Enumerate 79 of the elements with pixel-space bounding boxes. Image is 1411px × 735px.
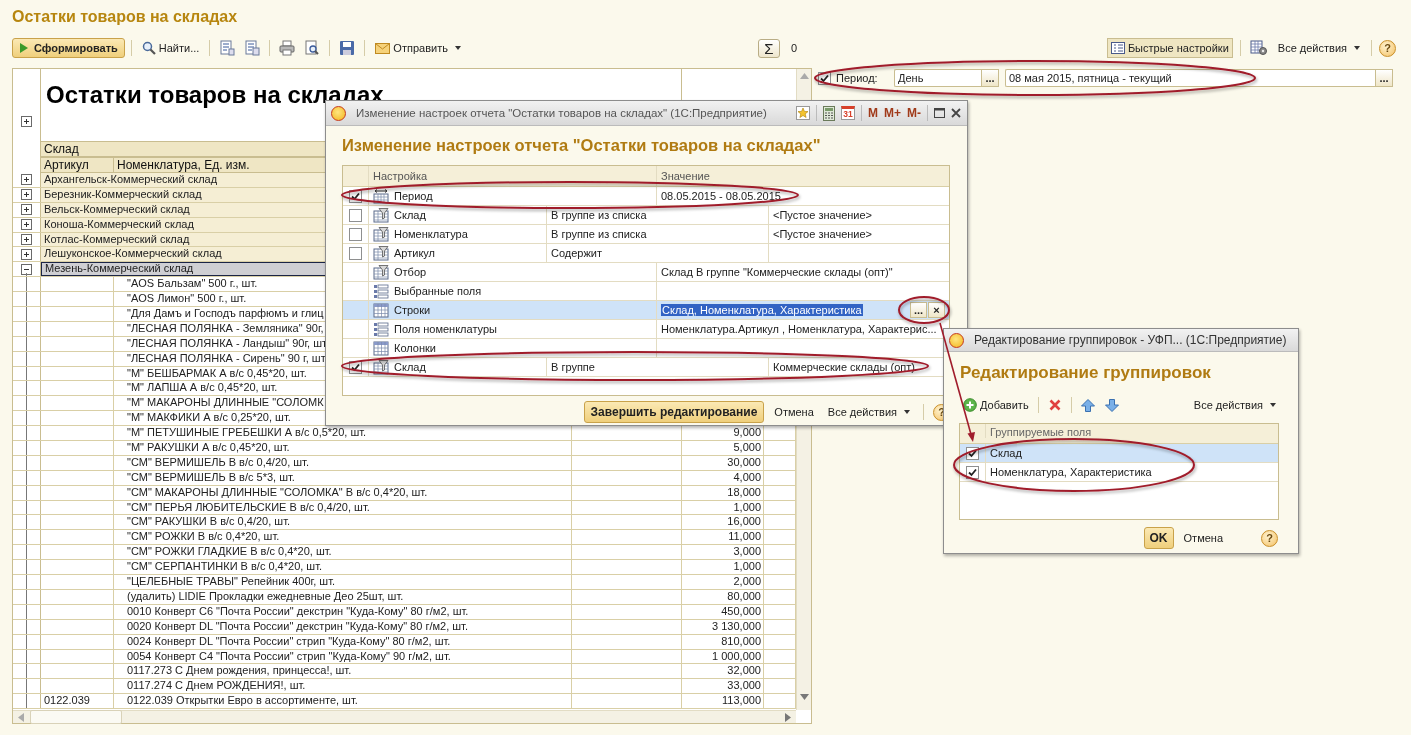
- setting-name: Склад: [394, 361, 426, 373]
- column-header: Настройка: [373, 170, 428, 182]
- table-cell: 11,000: [728, 530, 761, 543]
- setting-value: <Пустое значение>: [773, 209, 873, 221]
- page-title: Остатки товаров на складах: [11, 7, 239, 27]
- setting-name: Строки: [394, 304, 431, 316]
- table-cell: "М" БЕШБАРМАК А в/с 0,45*20, шт.: [127, 366, 307, 379]
- table-cell: 450,000: [721, 604, 761, 617]
- dialog-heading: Редактирование группировок: [959, 362, 1212, 384]
- table-cell: 1,000: [733, 560, 761, 573]
- table-cell: 2,000: [733, 575, 761, 588]
- setting-value: <Пустое значение>: [773, 228, 873, 240]
- table-cell: "ЛЕСНАЯ ПОЛЯНКА - Сирень" 90 г, шт: [127, 351, 326, 364]
- table-cell: 3,000: [733, 545, 761, 558]
- table-cell: "ЦЕЛЕБНЫЕ ТРАВЫ" Репейник 400г, шт.: [127, 575, 336, 588]
- table-cell: 30,000: [727, 455, 761, 468]
- table-cell: "СМ" СЕРПАНТИНКИ В в/с 0,4*20, шт.: [127, 560, 323, 573]
- table-cell: 33,000: [727, 679, 761, 692]
- table-cell: "AOS Лимон" 500 г., шт.: [127, 292, 247, 305]
- table-cell: (удалить) LIDIE Прокладки ежедневные Део 25шт, шт.: [127, 589, 404, 602]
- column-header: Группируемые поля: [985, 424, 1278, 438]
- table-cell: 0024 Конверт DL "Почта России" стрип "Куда-Кому" 80 г/м2, шт.: [127, 634, 451, 647]
- setting-name: Номенклатура: [394, 228, 468, 240]
- setting-value: Склад В группе "Коммерческие склады (опт)": [661, 266, 893, 278]
- setting-name: Артикул: [394, 247, 435, 259]
- table-cell: "Для Дамъ и Господъ парфюмъ и глиц: [127, 307, 324, 319]
- table-cell: "М" ЛАПША А в/с 0,45*20, шт.: [127, 381, 278, 394]
- table-cell: 1,000: [733, 500, 761, 513]
- setting-value: Склад, Номенклатура, Характеристика: [661, 304, 863, 316]
- table-cell: 0122.039 Открытки Евро в ассортименте, шт.: [127, 694, 358, 707]
- sum-value: 0: [789, 42, 799, 54]
- setting-value: 08.05.2015 - 08.05.2015: [661, 190, 781, 202]
- column-header: Значение: [661, 170, 710, 182]
- setting-name: Период: [394, 190, 433, 202]
- setting-value: Коммерческие склады (опт): [773, 361, 915, 373]
- table-cell: 80,000: [727, 589, 761, 602]
- table-cell: 0117.273 С Днем рождения, принцесса!, шт.: [127, 664, 352, 677]
- table-cell: "М" ПЕТУШИНЫЕ ГРЕБЕШКИ А в/с 0,5*20, шт.: [127, 426, 367, 439]
- table-cell: "СМ" РОЖКИ В в/с 0,4*20, шт.: [127, 530, 280, 543]
- table-cell: 5,000: [733, 441, 761, 454]
- period-label: Период:: [836, 72, 879, 84]
- table-cell: "М" МАКАРОНЫ ДЛИННЫЕ "СОЛОМК: [127, 396, 324, 409]
- table-cell: "СМ" ВЕРМИШЕЛЬ В в/с 5*3, шт.: [127, 470, 295, 483]
- setting-value: Номенклатура.Артикул , Номенклатура, Характерис...: [661, 323, 937, 335]
- table-cell: 4,000: [733, 470, 761, 483]
- setting-name: Отбор: [394, 266, 427, 278]
- table-cell: "СМ" РОЖКИ ГЛАДКИЕ В в/с 0,4*20, шт.: [127, 545, 332, 558]
- table-cell: 810,000: [721, 634, 761, 647]
- table-cell: 3 130,000: [712, 619, 761, 632]
- table-cell: "М" МАКФИКИ А в/с 0,25*20, шт.: [127, 411, 291, 424]
- setting-name: Колонки: [394, 342, 436, 354]
- table-cell: 9,000: [733, 426, 761, 439]
- window-title: Изменение настроек отчета "Остатки товаров на складах" (1С:Предприятие): [356, 107, 767, 119]
- table-cell: "ЛЕСНАЯ ПОЛЯНКА - Земляника" 90г,: [127, 321, 324, 334]
- condition-text: В группе из списка: [551, 228, 647, 240]
- table-cell: "СМ" МАКАРОНЫ ДЛИННЫЕ "СОЛОМКА" В в/с 0,4*20, шт.: [127, 485, 428, 498]
- window-title: Редактирование группировок - УФП... (1С:Предприятие): [974, 333, 1287, 347]
- setting-name: Склад: [394, 209, 426, 221]
- table-cell: 0122.039: [44, 694, 90, 707]
- table-cell: "СМ" РАКУШКИ В в/с 0,4/20, шт.: [127, 515, 290, 528]
- table-cell: 0010 Конверт С6 "Почта России" декстрин "Куда-Кому" 80 г/м2, шт.: [127, 604, 469, 617]
- table-cell: "СМ" ПЕРЬЯ ЛЮБИТЕЛЬСКИЕ В в/с 0,4/20, шт.: [127, 500, 370, 513]
- table-cell: 1 000,000: [712, 649, 761, 662]
- condition-text: Содержит: [551, 247, 602, 259]
- table-cell: 16,000: [727, 515, 761, 528]
- table-cell: 113,000: [722, 694, 761, 707]
- table-cell: 0054 Конверт С4 "Почта России" стрип "Куда-Кому" 90 г/м2, шт.: [127, 649, 451, 662]
- setting-name: Выбранные поля: [394, 285, 482, 297]
- table-cell: 0117.274 С Днем РОЖДЕНИЯ!, шт.: [127, 679, 306, 692]
- table-cell: "М" РАКУШКИ А в/с 0,45*20, шт.: [127, 441, 290, 454]
- table-cell: 0020 Конверт DL "Почта России" декстрин "Куда-Кому" 80 г/м2, шт.: [127, 619, 468, 632]
- column-header: Артикул: [41, 157, 114, 173]
- table-cell: 18,000: [727, 485, 761, 498]
- condition-text: В группе: [551, 361, 595, 373]
- condition-text: В группе из списка: [551, 209, 647, 221]
- table-cell: 32,000: [727, 664, 761, 677]
- setting-name: Поля номенклатуры: [394, 323, 497, 335]
- table-cell: "СМ" ВЕРМИШЕЛЬ В в/с 0,4/20, шт.: [127, 455, 309, 468]
- table-cell: "AOS Бальзам" 500 г., шт.: [127, 277, 258, 290]
